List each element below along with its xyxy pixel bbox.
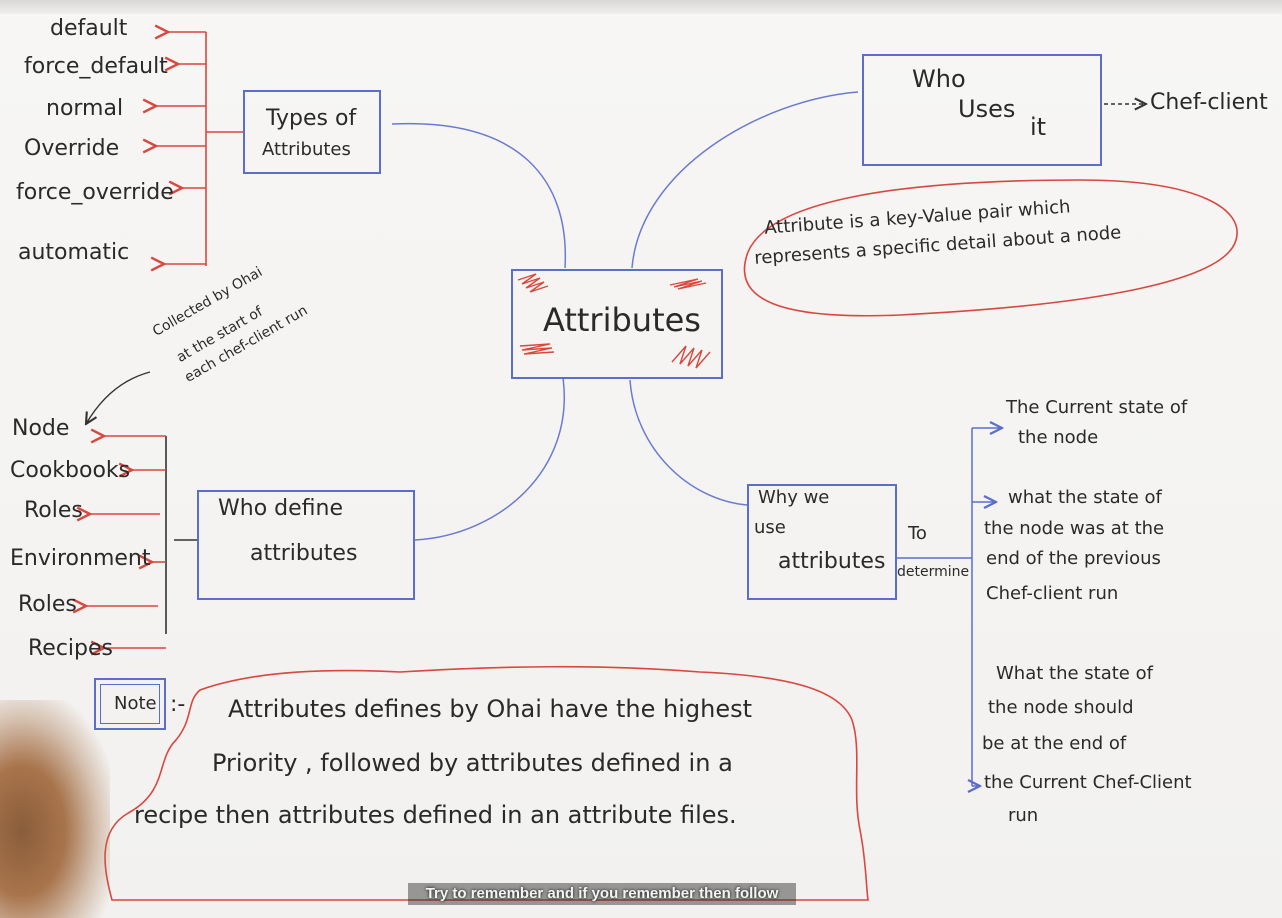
type-item-force-override: force_override xyxy=(16,180,174,205)
reason3-line3: be at the end of xyxy=(982,733,1127,754)
types-box-line2: Attributes xyxy=(262,139,351,160)
who-uses-line2: Uses xyxy=(958,95,1016,123)
center-node-label: Attributes xyxy=(543,301,701,339)
note-label: Note xyxy=(114,693,157,714)
reason2-line4: Chef-client run xyxy=(986,583,1119,604)
note-line2: Priority , followed by attributes define… xyxy=(212,749,733,777)
who-uses-line3: it xyxy=(1030,113,1047,141)
note-line1: Attributes defines by Ohai have the high… xyxy=(228,695,753,723)
who-uses-line1: Who xyxy=(912,65,966,93)
reason3-line5: run xyxy=(1008,805,1039,826)
definer-node: Node xyxy=(12,416,70,441)
definer-environment: Environment xyxy=(10,546,151,571)
who-uses-target: Chef-client xyxy=(1150,90,1268,115)
video-caption: Try to remember and if you remember then… xyxy=(408,883,796,905)
note-separator: :- xyxy=(170,692,186,717)
reason3-line1: What the state of xyxy=(996,663,1153,684)
why-use-line3: attributes xyxy=(778,549,886,574)
who-define-line1: Who define xyxy=(218,496,343,521)
reason1-line2: the node xyxy=(1018,427,1099,448)
definer-cookbooks: Cookbooks xyxy=(10,458,131,483)
type-item-force-default: force_default xyxy=(24,54,168,79)
definer-recipes: Recipes xyxy=(28,636,114,661)
presenter-hand xyxy=(0,700,110,918)
reason1-line1: The Current state of xyxy=(1006,397,1188,418)
connector-determine: determine xyxy=(897,564,970,580)
type-item-default: default xyxy=(50,16,128,41)
reason2-line3: end of the previous xyxy=(986,548,1161,569)
types-box xyxy=(243,90,381,174)
reason2-line2: the node was at the xyxy=(984,518,1165,539)
type-item-normal: normal xyxy=(46,96,124,121)
connector-to: To xyxy=(908,523,927,544)
definer-roles-2: Roles xyxy=(18,592,77,617)
why-use-line2: use xyxy=(754,517,786,538)
types-box-line1: Types of xyxy=(266,106,357,131)
type-item-automatic: automatic xyxy=(18,240,130,265)
note-line3: recipe then attributes defined in an att… xyxy=(134,801,737,829)
reason3-line2: the node should xyxy=(988,697,1134,718)
reason3-line4: the Current Chef-Client xyxy=(984,772,1192,793)
why-use-line1: Why we xyxy=(758,487,830,508)
definer-roles-1: Roles xyxy=(24,498,83,523)
who-define-line2: attributes xyxy=(250,541,358,566)
type-item-override: Override xyxy=(24,136,120,161)
whiteboard: Attributes Types of Attributes default f… xyxy=(0,0,1282,918)
reason2-line1: what the state of xyxy=(1008,487,1162,508)
